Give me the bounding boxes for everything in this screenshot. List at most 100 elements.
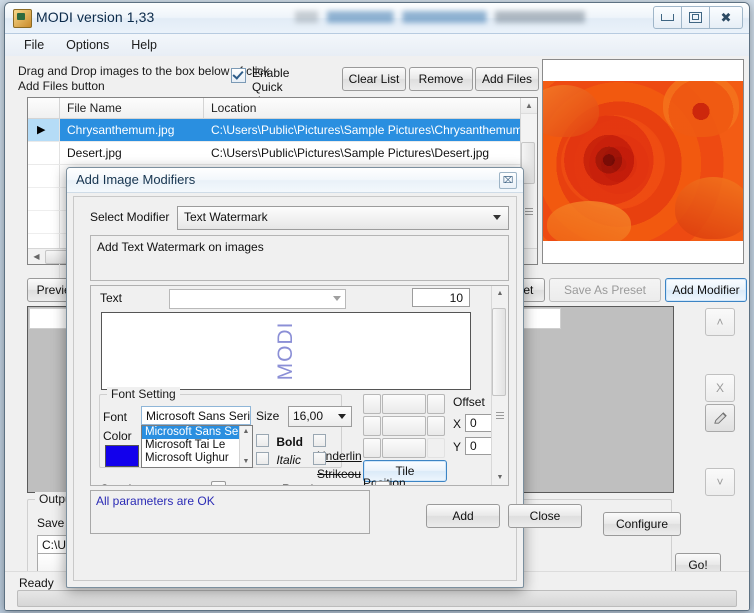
position-top-right[interactable] [427,394,445,414]
save-as-preset-button[interactable]: Save As Preset [549,278,661,302]
dialog-close-icon[interactable]: ⌧ [499,172,517,189]
scroll-thumb[interactable] [492,308,506,396]
scroll-down-icon[interactable]: ▼ [240,456,252,467]
position-middle-left[interactable] [363,416,381,436]
bold-checkbox[interactable] [256,434,269,447]
select-modifier-combobox[interactable]: Text Watermark [177,206,509,230]
move-up-button[interactable]: ˄ [705,308,735,336]
status-text: Ready [19,576,54,590]
menu-help[interactable]: Help [120,36,168,54]
add-files-button[interactable]: Add Files [475,67,539,91]
edit-modifier-button[interactable] [705,404,735,432]
modifier-description: Add Text Watermark on images [97,240,264,254]
chevron-down-icon [333,296,341,301]
opacity-slider-thumb[interactable] [211,481,226,485]
position-bottom-left[interactable] [363,438,381,458]
scroll-up-icon[interactable]: ▲ [240,426,252,437]
font-option[interactable]: Microsoft Uighur [142,452,252,465]
settings-pane-scrollbar[interactable]: ▲ ▼ [491,286,508,485]
text-count-field[interactable]: 10 [412,288,470,307]
row-marker [28,142,60,164]
rotation-slider-thumb[interactable] [375,481,390,485]
size-value: 16,00 [293,409,324,423]
window-controls: ✖ [653,6,743,29]
select-modifier-value: Text Watermark [184,210,268,224]
italic-checkbox-group[interactable]: Italic [256,452,301,467]
remove-button[interactable]: Remove [409,67,473,91]
scroll-down-icon[interactable]: ▼ [492,470,508,485]
offset-y-label: Y [453,440,462,454]
italic-label: Italic [276,453,302,467]
cell-file-name: Chrysanthemum.jpg [60,119,204,141]
position-bottom-center[interactable] [382,438,426,458]
font-setting-title: Font Setting [107,387,180,401]
scroll-up-icon[interactable]: ▲ [492,286,508,301]
offset-x-label: X [453,417,462,431]
position-top-center[interactable] [382,394,426,414]
font-option[interactable]: Microsoft Tai Le [142,439,252,452]
position-bottom-right[interactable] [427,438,445,458]
font-setting-group: Font Setting Font Microsoft Sans Serif M… [99,387,362,481]
table-row[interactable]: Desert.jpg C:\Users\Public\Pictures\Samp… [28,142,537,165]
size-label: Size [256,409,280,423]
close-button[interactable]: ✖ [709,6,743,29]
text-label: Text [100,291,123,305]
column-header-marker [28,98,60,118]
cell-file-name: Desert.jpg [67,146,122,160]
configure-button[interactable]: Configure [603,512,681,536]
validation-message-box: All parameters are OK [90,490,370,534]
font-option[interactable]: Microsoft Sans Se [142,426,252,439]
menu-options[interactable]: Options [55,36,120,54]
strikeout-checkbox-group[interactable]: Strikeou [313,452,361,481]
offset-label: Offset [453,395,485,409]
position-middle-center[interactable] [382,416,426,436]
scroll-left-icon[interactable]: ◀ [29,249,44,263]
image-preview-panel [542,59,744,264]
column-header-location[interactable]: Location [204,98,537,118]
chevron-down-icon [338,414,346,419]
row-marker: ▶ [28,119,60,141]
rotation-slider[interactable] [345,479,457,485]
validation-message: All parameters are OK [96,494,215,508]
font-input[interactable]: Microsoft Sans Serif [141,406,251,425]
progress-bar [17,590,737,607]
strikeout-checkbox[interactable] [313,452,326,465]
minimize-button[interactable] [653,6,682,29]
scroll-grip-icon [525,208,533,215]
cell-location: C:\Users\Public\Pictures\Sample Pictures… [204,119,537,141]
move-down-button[interactable]: ˅ [705,468,735,496]
modifier-description-box: Add Text Watermark on images [90,235,509,281]
italic-checkbox[interactable] [256,452,269,465]
scroll-up-icon[interactable]: ▲ [521,98,537,114]
delete-modifier-button[interactable]: X [705,374,735,402]
watermark-preview-text: MODI [274,321,297,381]
add-modifier-button[interactable]: Add Modifier [665,278,747,302]
maximize-button[interactable] [681,6,710,29]
watermark-preview: MODI [101,312,471,390]
bold-label: Bold [276,435,304,449]
font-list-scrollbar[interactable]: ▲ ▼ [239,426,252,467]
text-input[interactable] [169,289,346,309]
file-list-header: File Name Location [28,98,537,119]
size-combobox[interactable]: 16,00 [288,406,352,427]
pencil-icon [713,411,727,424]
table-row[interactable]: ▶ Chrysanthemum.jpg C:\Users\Public\Pict… [28,119,537,142]
bold-checkbox-group[interactable]: Bold [256,434,303,449]
underline-checkbox[interactable] [313,434,326,447]
app-icon [13,9,32,28]
clear-list-button[interactable]: Clear List [342,67,406,91]
opacity-slider[interactable] [163,479,271,485]
position-top-left[interactable] [363,394,381,414]
window-title: MODI version 1,33 [36,9,155,25]
menu-bar: File Options Help [5,34,749,57]
dialog-close-button[interactable]: Close [508,504,582,528]
color-swatch[interactable] [105,445,139,467]
dialog-add-button[interactable]: Add [426,504,500,528]
position-middle-right[interactable] [427,416,445,436]
enable-quick-view-checkbox[interactable] [231,68,246,83]
menu-file[interactable]: File [13,36,55,54]
color-label: Color [103,429,132,443]
column-header-file-name[interactable]: File Name [60,98,204,118]
cell-location: C:\Users\Public\Pictures\Sample Pictures… [211,146,490,160]
font-dropdown-list[interactable]: Microsoft Sans Se Microsoft Tai Le Micro… [141,425,253,468]
